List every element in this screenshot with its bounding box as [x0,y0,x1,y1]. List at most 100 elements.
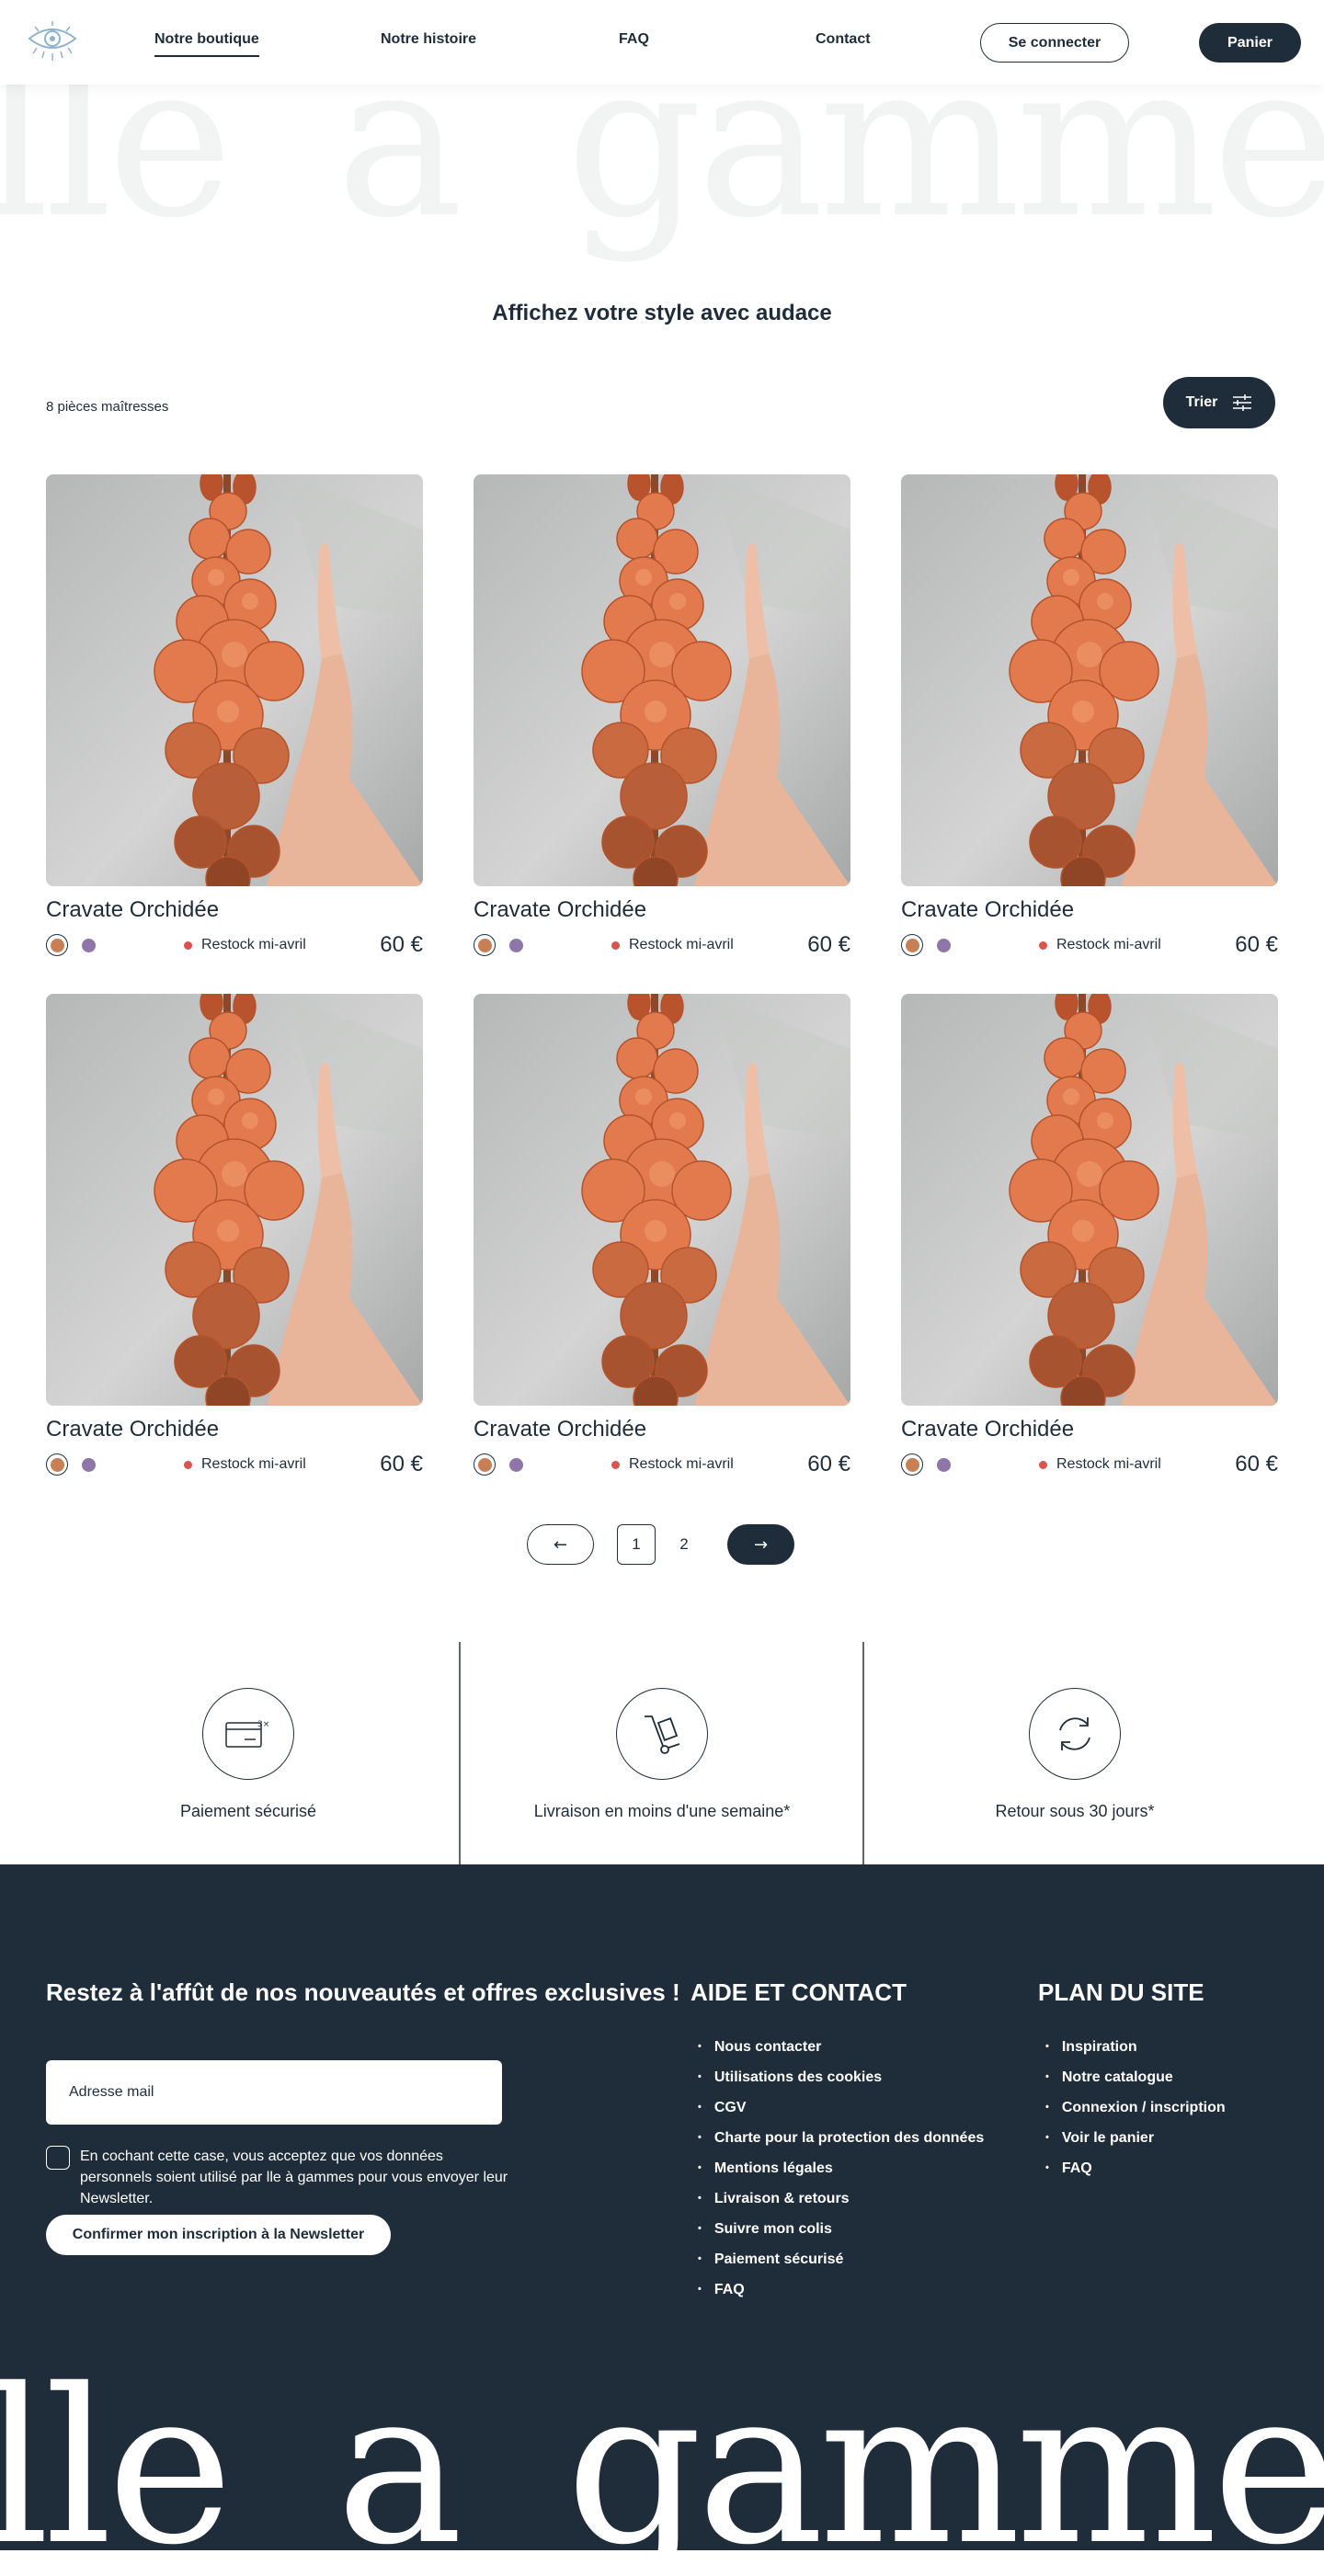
next-page-button[interactable]: → [727,1524,794,1565]
stock-label: Restock mi-avril [201,1456,306,1472]
product-card[interactable]: Cravate Orchidée Restock mi-avril 60 € [474,474,850,971]
newsletter-title: Restez à l'affût de nos nouveautés et of… [46,1978,680,2006]
product-name[interactable]: Cravate Orchidée [901,1417,1074,1442]
hero-tagline: Affichez votre style avec audace [492,301,832,325]
product-card[interactable]: Cravate Orchidée Restock mi-avril 60 € [474,994,850,1490]
listing-bar: 8 pièces maîtresses Trier [0,377,1324,474]
feature-label: Paiement sécurisé [179,1802,317,1820]
help-link[interactable]: Utilisations des cookies [698,2062,984,2092]
sitemap-link[interactable]: Connexion / inscription [1045,2092,1226,2123]
help-link[interactable]: Paiement sécurisé [698,2244,984,2274]
sort-label: Trier [1185,394,1218,410]
sitemap-link[interactable]: Voir le panier [1045,2123,1226,2153]
stock-label: Restock mi-avril [629,1456,734,1472]
sitemap-link[interactable]: FAQ [1045,2153,1226,2183]
product-price: 60 € [807,932,850,957]
stock-label: Restock mi-avril [1056,937,1161,952]
stock-dot-icon [611,940,620,950]
swatch-purple[interactable] [505,1453,527,1476]
product-card[interactable]: Cravate Orchidée Restock mi-avril 60 € [901,474,1278,971]
refresh-arrows-icon [1059,1717,1090,1750]
product-card[interactable]: Cravate Orchidée Restock mi-avril 60 € [46,994,423,1490]
nav-contact[interactable]: Contact [816,31,871,48]
stock-status: Restock mi-avril [184,937,306,953]
swatch-purple[interactable] [77,934,99,956]
product-name[interactable]: Cravate Orchidée [46,1417,219,1442]
help-link[interactable]: Mentions légales [698,2153,984,2183]
help-link[interactable]: FAQ [698,2274,984,2305]
swatch-purple[interactable] [932,934,954,956]
hand-truck-icon [645,1715,680,1754]
product-card[interactable]: Cravate Orchidée Restock mi-avril 60 € [901,994,1278,1490]
product-image[interactable] [46,994,423,1406]
product-price: 60 € [380,1452,423,1476]
product-name[interactable]: Cravate Orchidée [901,897,1074,923]
help-link[interactable]: Livraison & retours [698,2183,984,2214]
sitemap-link[interactable]: Notre catalogue [1045,2062,1226,2092]
page-1-button[interactable]: 1 [617,1524,656,1565]
sitemap-links: InspirationNotre catalogueConnexion / in… [1045,2032,1226,2183]
swatch-orange[interactable] [46,1453,68,1476]
stock-status: Restock mi-avril [1039,937,1161,953]
prev-page-button[interactable]: ← [527,1524,594,1565]
sitemap-link[interactable]: Inspiration [1045,2032,1226,2062]
stock-status: Restock mi-avril [1039,1456,1161,1473]
product-name[interactable]: Cravate Orchidée [46,897,219,923]
stock-status: Restock mi-avril [611,1456,734,1473]
feature-divider [459,1642,461,1864]
site-footer: Restez à l'affût de nos nouveautés et of… [0,1864,1324,2550]
product-name[interactable]: Cravate Orchidée [474,897,646,923]
help-link[interactable]: Suivre mon colis [698,2214,984,2244]
product-image[interactable] [46,474,423,886]
swatch-orange[interactable] [46,934,68,956]
sort-button[interactable]: Trier [1163,377,1275,428]
product-image[interactable] [901,994,1278,1406]
product-image[interactable] [474,994,850,1406]
swatch-purple[interactable] [932,1453,954,1476]
site-header: Notre boutique Notre histoire FAQ Contac… [0,0,1324,85]
swatch-orange[interactable] [901,934,923,956]
piece-count: 8 pièces maîtresses [46,399,169,415]
stock-label: Restock mi-avril [629,937,734,952]
feature-returns: Retour sous 30 jours* [937,1642,1213,1864]
stock-dot-icon [611,1460,620,1469]
newsletter-submit-button[interactable]: Confirmer mon inscription à la Newslette… [46,2215,391,2255]
help-link[interactable]: Nous contacter [698,2032,984,2062]
feature-delivery: Livraison en moins d'une semaine* [524,1642,800,1864]
sliders-icon [1233,394,1252,411]
swatch-orange[interactable] [474,934,496,956]
login-button[interactable]: Se connecter [980,23,1129,63]
help-link[interactable]: Charte pour la protection des données [698,2123,984,2153]
help-link[interactable]: CGV [698,2092,984,2123]
email-field[interactable] [46,2060,502,2125]
feature-divider [862,1642,864,1864]
features: 3× Paiement sécurisé Livraison en moins … [0,1642,1324,1864]
hero-watermark: lle a gammes [0,85,1324,265]
nav-faq[interactable]: FAQ [619,31,649,48]
nav-notre-boutique[interactable]: Notre boutique [154,31,259,57]
product-name[interactable]: Cravate Orchidée [474,1417,646,1442]
nav-notre-histoire[interactable]: Notre histoire [381,31,476,48]
swatch-purple[interactable] [77,1453,99,1476]
product-price: 60 € [1235,1452,1278,1476]
swatch-orange[interactable] [474,1453,496,1476]
stock-status: Restock mi-avril [611,937,734,953]
pagination: ← 1 2 → [0,1524,1324,1642]
product-card[interactable]: Cravate Orchidée Restock mi-avril 60 € [46,474,423,971]
consent-text: En cochant cette case, vous acceptez que… [80,2149,508,2206]
product-image[interactable] [901,474,1278,886]
stock-dot-icon [1039,940,1047,950]
color-swatches [46,1453,99,1476]
consent-checkbox[interactable] [46,2146,70,2170]
product-price: 60 € [380,932,423,957]
swatch-purple[interactable] [505,934,527,956]
help-title: AIDE ET CONTACT [691,1978,907,2006]
product-price: 60 € [807,1452,850,1476]
color-swatches [474,1453,527,1476]
product-image[interactable] [474,474,850,886]
cart-button[interactable]: Panier [1199,23,1301,63]
eye-logo-icon[interactable] [22,20,83,64]
footer-watermark: lle a gammes [0,2343,1324,2550]
swatch-orange[interactable] [901,1453,923,1476]
page-2-button[interactable]: 2 [665,1524,703,1565]
